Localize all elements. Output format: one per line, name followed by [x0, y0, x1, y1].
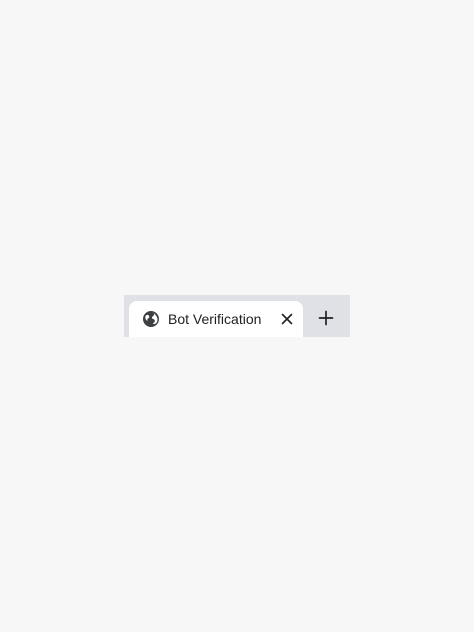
- new-tab-button[interactable]: [314, 308, 338, 332]
- close-icon[interactable]: [279, 311, 295, 327]
- plus-icon: [318, 310, 334, 331]
- globe-icon: [142, 310, 160, 328]
- browser-page: Bot Verification: [0, 0, 474, 632]
- tab-strip: Bot Verification: [124, 295, 350, 337]
- tab-title: Bot Verification: [168, 311, 262, 327]
- tab-bot-verification[interactable]: Bot Verification: [129, 301, 303, 337]
